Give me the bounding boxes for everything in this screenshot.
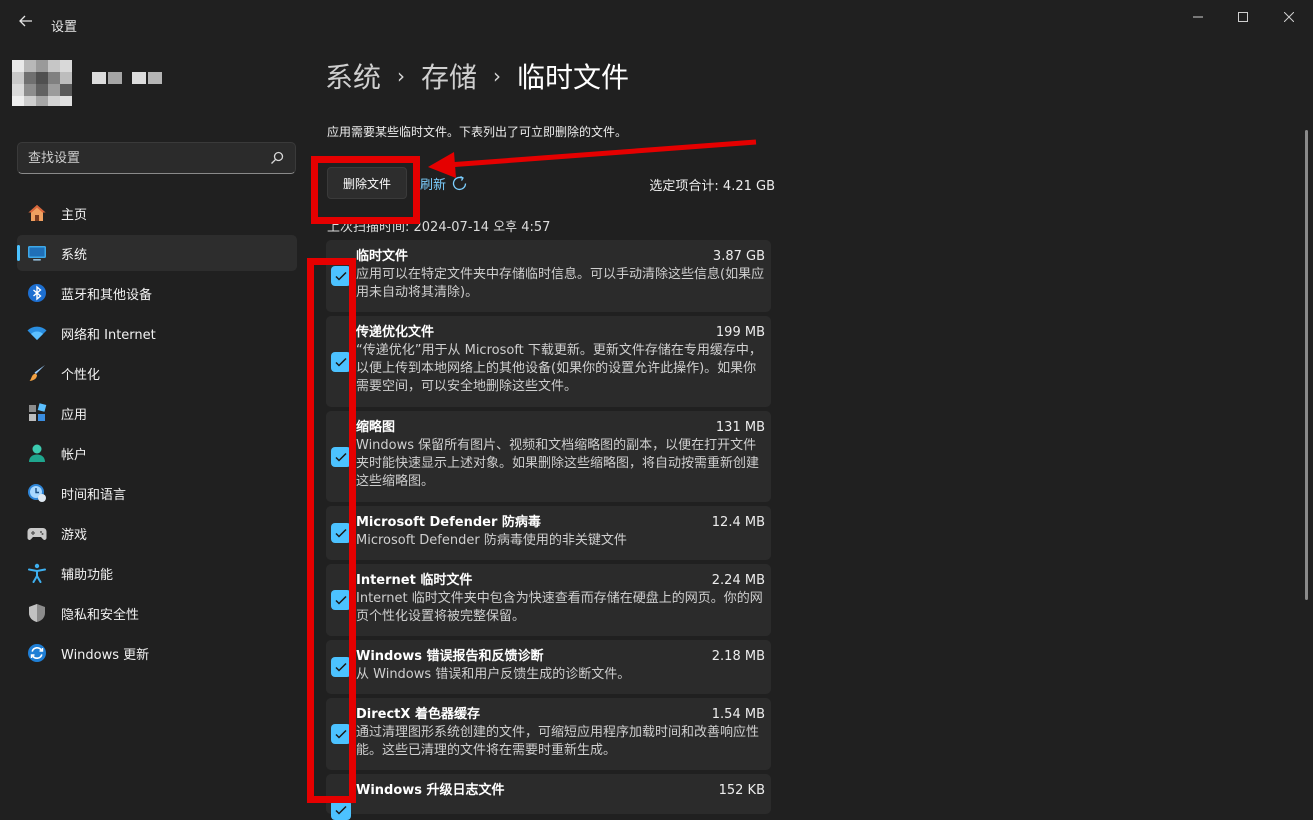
sidebar-item-bluetooth[interactable]: 蓝牙和其他设备 [17, 275, 297, 311]
sidebar-item-label: 系统 [61, 248, 88, 263]
avatar[interactable] [12, 60, 72, 106]
sidebar-item-label: 主页 [61, 208, 88, 223]
update-icon [27, 643, 47, 663]
item-description: Internet 临时文件夹中包含为快速查看而存储在硬盘上的网页。你的网页个性化… [356, 591, 763, 624]
item-name: Microsoft Defender 防病毒 [356, 515, 541, 530]
sidebar-item-windows-update[interactable]: Windows 更新 [17, 635, 297, 671]
sidebar-item-home[interactable]: 主页 [17, 195, 297, 231]
user-name-redacted [92, 72, 164, 84]
time-language-icon [27, 483, 47, 503]
search-icon[interactable] [269, 150, 285, 166]
list-item[interactable]: Internet 临时文件 2.24 MB Internet 临时文件夹中包含为… [326, 564, 771, 636]
list-item[interactable]: Windows 升级日志文件 152 KB [326, 774, 771, 820]
home-icon [27, 203, 47, 223]
item-name: 传递优化文件 [356, 325, 435, 340]
sidebar-item-privacy[interactable]: 隐私和安全性 [17, 595, 297, 631]
breadcrumb: 系统 › 存储 › 临时文件 [325, 56, 629, 96]
sidebar-item-system[interactable]: 系统 [17, 235, 297, 271]
sidebar-item-apps[interactable]: 应用 [17, 395, 297, 431]
wifi-icon [27, 323, 47, 343]
breadcrumb-separator: › [493, 64, 502, 88]
sidebar-item-label: 蓝牙和其他设备 [61, 288, 153, 303]
item-description: Microsoft Defender 防病毒使用的非关键文件 [356, 533, 627, 548]
sidebar-item-network[interactable]: 网络和 Internet [17, 315, 297, 351]
item-size: 12.4 MB [711, 515, 765, 530]
gamepad-icon [27, 523, 47, 543]
sidebar-nav: 主页 系统 蓝牙和其他设备 网络和 Internet 个性化 应用 帐户 时间和… [17, 195, 297, 675]
brush-icon [27, 363, 47, 383]
temp-file-list: 临时文件 3.87 GB 应用可以在特定文件夹中存储临时信息。可以手动清除这些信… [326, 240, 771, 820]
item-size: 199 MB [715, 325, 765, 340]
list-item[interactable]: Microsoft Defender 防病毒 12.4 MB Microsoft… [326, 506, 771, 560]
list-item[interactable]: Windows 错误报告和反馈诊断 2.18 MB 从 Windows 错误和用… [326, 640, 771, 694]
sidebar-item-label: 游戏 [61, 528, 88, 543]
item-description: 应用可以在特定文件夹中存储临时信息。可以手动清除这些信息(如果应用未自动将其清除… [356, 267, 765, 300]
breadcrumb-separator: › [397, 64, 406, 88]
list-item[interactable]: 传递优化文件 199 MB “传递优化”用于从 Microsoft 下载更新。更… [326, 316, 771, 407]
sidebar-item-accessibility[interactable]: 辅助功能 [17, 555, 297, 591]
search-box[interactable] [17, 142, 296, 174]
item-size: 2.18 MB [711, 649, 765, 664]
sidebar-item-label: 网络和 Internet [61, 328, 156, 343]
sidebar-item-personalization[interactable]: 个性化 [17, 355, 297, 391]
item-size: 152 KB [718, 783, 765, 798]
sidebar-item-label: 应用 [61, 408, 88, 423]
checkbox-checked[interactable] [331, 800, 351, 820]
item-name: Windows 升级日志文件 [356, 783, 505, 798]
breadcrumb-storage[interactable]: 存储 [421, 56, 477, 96]
item-name: Windows 错误报告和反馈诊断 [356, 649, 544, 664]
item-name: Internet 临时文件 [356, 573, 473, 588]
bluetooth-icon [27, 283, 47, 303]
item-description: 通过清理图形系统创建的文件，可缩短应用程序加载时间和改善响应性能。这些已清理的文… [356, 725, 760, 758]
minimize-button[interactable] [1175, 6, 1221, 30]
sidebar-item-label: 个性化 [61, 368, 101, 383]
window-title: 设置 [51, 20, 78, 35]
close-button[interactable] [1266, 6, 1312, 30]
list-item[interactable]: 缩略图 131 MB Windows 保留所有图片、视频和文档缩略图的副本，以便… [326, 411, 771, 502]
breadcrumb-system[interactable]: 系统 [325, 56, 381, 96]
sidebar-item-label: 帐户 [61, 448, 88, 463]
account-icon [27, 443, 47, 463]
page-title: 临时文件 [517, 61, 630, 94]
sidebar-item-label: Windows 更新 [61, 648, 150, 663]
title-bar: 设置 [0, 0, 1313, 48]
item-name: 临时文件 [356, 249, 409, 264]
annotation-box-delete [311, 156, 420, 224]
item-description: “传递优化”用于从 Microsoft 下载更新。更新文件存储在专用缓存中，以便… [356, 343, 762, 394]
system-display-icon [27, 243, 47, 263]
item-size: 1.54 MB [711, 707, 765, 722]
item-description: Windows 保留所有图片、视频和文档缩略图的副本，以便在打开文件夹时能快速显… [356, 438, 760, 489]
sidebar-item-accounts[interactable]: 帐户 [17, 435, 297, 471]
item-size: 131 MB [715, 420, 765, 435]
sidebar-item-label: 隐私和安全性 [61, 608, 140, 623]
list-item[interactable]: 临时文件 3.87 GB 应用可以在特定文件夹中存储临时信息。可以手动清除这些信… [326, 240, 771, 312]
annotation-arrow [428, 139, 757, 178]
scrollbar[interactable] [1305, 130, 1308, 600]
list-item[interactable]: DirectX 着色器缓存 1.54 MB 通过清理图形系统创建的文件，可缩短应… [326, 698, 771, 770]
sidebar-item-label: 辅助功能 [61, 568, 114, 583]
apps-icon [27, 403, 47, 423]
item-description: 从 Windows 错误和用户反馈生成的诊断文件。 [356, 667, 631, 682]
accessibility-icon [27, 563, 47, 583]
sidebar-item-gaming[interactable]: 游戏 [17, 515, 297, 551]
item-size: 3.87 GB [712, 249, 765, 264]
sidebar-item-time-language[interactable]: 时间和语言 [17, 475, 297, 511]
annotation-box-checkboxes [307, 258, 356, 803]
maximize-button[interactable] [1220, 6, 1266, 30]
shield-icon [27, 603, 47, 623]
item-size: 2.24 MB [711, 573, 765, 588]
item-name: 缩略图 [356, 420, 396, 435]
search-input[interactable] [28, 149, 258, 167]
item-name: DirectX 着色器缓存 [356, 707, 480, 722]
back-arrow-icon[interactable] [14, 12, 38, 36]
sidebar-item-label: 时间和语言 [61, 488, 127, 503]
